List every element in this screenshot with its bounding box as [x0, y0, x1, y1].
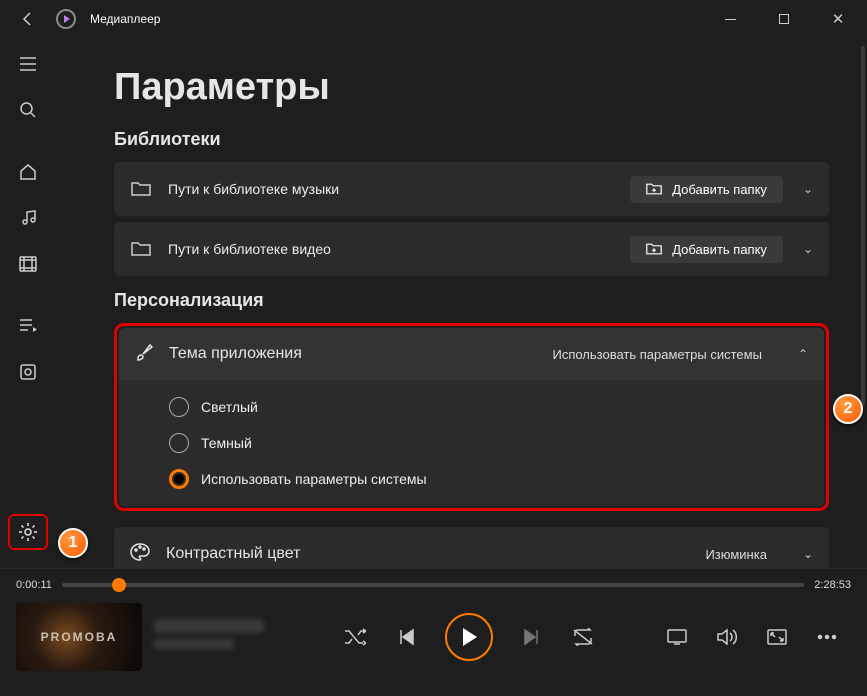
- music-library-button[interactable]: [8, 200, 48, 236]
- chevron-down-icon: ⌄: [803, 547, 813, 561]
- previous-button[interactable]: [393, 623, 421, 651]
- chevron-down-icon: ⌄: [803, 242, 813, 256]
- repeat-button[interactable]: [569, 623, 597, 651]
- shuffle-button[interactable]: [341, 623, 369, 651]
- app-theme-setting: Тема приложения Использовать параметры с…: [114, 323, 829, 511]
- title-bar: Медиаплеер ✕: [0, 0, 867, 38]
- seek-bar[interactable]: [62, 583, 804, 587]
- app-logo-icon: [56, 9, 76, 29]
- current-time: 0:00:11: [16, 579, 52, 591]
- menu-button[interactable]: [8, 46, 48, 82]
- option-label: Светлый: [201, 399, 258, 415]
- theme-option-light[interactable]: Светлый: [169, 394, 784, 420]
- libraries-section-title: Библиотеки: [114, 129, 829, 150]
- more-button[interactable]: [813, 623, 841, 651]
- volume-button[interactable]: [713, 623, 741, 651]
- cast-button[interactable]: [663, 623, 691, 651]
- row-label: Пути к библиотеке видео: [168, 241, 331, 257]
- back-button[interactable]: [14, 5, 42, 33]
- app-title: Медиаплеер: [90, 12, 160, 26]
- now-playing-thumbnail[interactable]: PROMOBA: [16, 603, 142, 671]
- search-button[interactable]: [8, 92, 48, 128]
- video-library-button[interactable]: [8, 246, 48, 282]
- folder-icon: [130, 181, 152, 197]
- button-label: Добавить папку: [672, 182, 767, 197]
- option-label: Темный: [201, 435, 252, 451]
- app-theme-header[interactable]: Тема приложения Использовать параметры с…: [119, 328, 824, 380]
- play-queue-button[interactable]: [8, 354, 48, 390]
- total-time: 2:28:53: [814, 579, 851, 591]
- personalization-section-title: Персонализация: [114, 290, 829, 311]
- callout-badge-1: 1: [58, 528, 88, 558]
- track-info: [154, 619, 274, 655]
- add-music-folder-button[interactable]: Добавить папку: [630, 176, 783, 203]
- window-maximize-button[interactable]: [763, 5, 805, 33]
- playlists-button[interactable]: [8, 308, 48, 344]
- add-video-folder-button[interactable]: Добавить папку: [630, 236, 783, 263]
- window-minimize-button[interactable]: [709, 5, 751, 33]
- home-button[interactable]: [8, 154, 48, 190]
- button-label: Добавить папку: [672, 242, 767, 257]
- thumbnail-text: PROMOBA: [41, 630, 118, 644]
- brush-icon: [135, 343, 153, 366]
- palette-icon: [130, 543, 150, 566]
- row-value: Изюминка: [705, 547, 767, 562]
- row-label: Контрастный цвет: [166, 545, 300, 563]
- row-label: Пути к библиотеке музыки: [168, 181, 339, 197]
- scrollbar[interactable]: [861, 46, 865, 406]
- option-label: Использовать параметры системы: [201, 471, 427, 487]
- theme-option-system[interactable]: Использовать параметры системы: [169, 466, 784, 492]
- callout-badge-2: 2: [833, 394, 863, 424]
- theme-option-dark[interactable]: Темный: [169, 430, 784, 456]
- music-library-paths-row[interactable]: Пути к библиотеке музыки Добавить папку …: [114, 162, 829, 216]
- mini-player-button[interactable]: [763, 623, 791, 651]
- row-label: Тема приложения: [169, 345, 302, 363]
- accent-color-row[interactable]: Контрастный цвет Изюминка ⌄: [114, 527, 829, 568]
- chevron-up-icon: ⌃: [798, 347, 808, 361]
- video-library-paths-row[interactable]: Пути к библиотеке видео Добавить папку ⌄: [114, 222, 829, 276]
- settings-button[interactable]: [8, 514, 48, 550]
- content-area: Параметры Библиотеки Пути к библиотеке м…: [56, 38, 867, 568]
- window-close-button[interactable]: ✕: [817, 5, 859, 33]
- player-bar: 0:00:11 2:28:53 PROMOBA: [0, 568, 867, 696]
- folder-icon: [130, 241, 152, 257]
- next-button[interactable]: [517, 623, 545, 651]
- page-title: Параметры: [114, 66, 829, 109]
- chevron-down-icon: ⌄: [803, 182, 813, 196]
- sidebar: [0, 38, 56, 568]
- seek-thumb[interactable]: [112, 578, 126, 592]
- row-value: Использовать параметры системы: [552, 347, 761, 362]
- play-button[interactable]: [445, 613, 493, 661]
